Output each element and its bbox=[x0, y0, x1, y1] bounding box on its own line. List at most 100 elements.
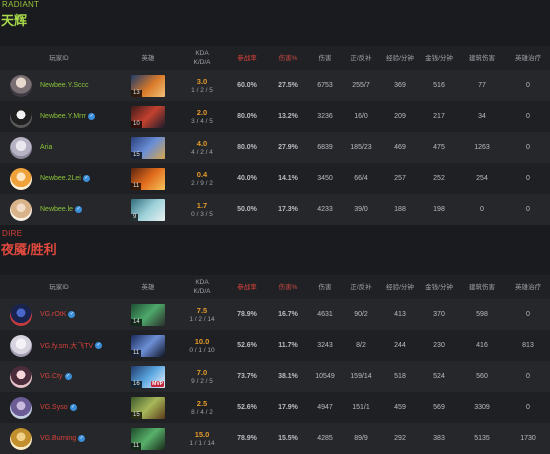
kda-kills-deaths-assists: 2 / 9 / 2 bbox=[191, 179, 213, 187]
kda-kills-deaths-assists: 9 / 2 / 5 bbox=[191, 377, 213, 385]
xp-per-minute: 369 bbox=[394, 82, 406, 89]
verified-check-icon: ✓ bbox=[64, 373, 72, 380]
hero-portrait[interactable]: 15 bbox=[131, 396, 165, 419]
col-hero-heal[interactable]: 英雄治疗 bbox=[506, 275, 550, 299]
player-name-link[interactable]: VG.Cty bbox=[40, 373, 63, 380]
col-hero[interactable]: 英雄 bbox=[118, 46, 178, 70]
col-participation[interactable]: 参战率 bbox=[226, 46, 268, 70]
player-cell: VG.rOtK ✓ bbox=[0, 299, 118, 330]
hero-level: 10 bbox=[131, 120, 142, 128]
col-xpm[interactable]: 经验/分钟 bbox=[380, 275, 420, 299]
col-building-damage[interactable]: 建筑伤害 bbox=[458, 46, 506, 70]
col-kda[interactable]: KDA K/D/A bbox=[178, 275, 226, 299]
col-damage-pct[interactable]: 伤害% bbox=[268, 46, 308, 70]
player-avatar[interactable] bbox=[10, 365, 32, 388]
player-name-link[interactable]: Newbee.2Lei bbox=[40, 175, 81, 182]
last-hits-denies: 185/23 bbox=[350, 144, 372, 151]
kda-ratio: 2.0 bbox=[196, 107, 208, 117]
player-avatar[interactable] bbox=[10, 427, 32, 450]
kda-ratio: 15.0 bbox=[194, 429, 210, 439]
hero-portrait[interactable]: 15 bbox=[131, 136, 165, 159]
player-avatar[interactable] bbox=[10, 396, 32, 419]
radiant-team-header: RADIANT 天辉 bbox=[0, 0, 550, 29]
player-name-link[interactable]: VG.Burning bbox=[40, 435, 76, 442]
player-cell: Newbee.Y.Sccc bbox=[0, 70, 118, 101]
player-avatar[interactable] bbox=[10, 334, 32, 357]
hero-cell: 15 bbox=[118, 392, 178, 423]
player-name-link[interactable]: VG.Syso bbox=[40, 404, 68, 411]
hero-portrait[interactable]: 11 bbox=[131, 427, 165, 450]
player-name-link[interactable]: Newbee.le bbox=[40, 206, 73, 213]
table-header-row: 玩家ID 英雄 KDA K/D/A 参战率 伤害% 伤害 正/反补 经验/分钟 金… bbox=[0, 275, 550, 299]
col-hero[interactable]: 英雄 bbox=[118, 275, 178, 299]
player-name-link[interactable]: Newbee.Y.Sccc bbox=[40, 82, 89, 89]
player-avatar[interactable] bbox=[10, 136, 32, 159]
col-damage-pct[interactable]: 伤害% bbox=[268, 275, 308, 299]
last-hits-denies: 8/2 bbox=[356, 342, 366, 349]
player-name-link[interactable]: VG.rOtK bbox=[40, 311, 66, 318]
hero-portrait[interactable]: 11 bbox=[131, 334, 165, 357]
hero-portrait[interactable]: 13 bbox=[131, 74, 165, 97]
gold-per-minute: 198 bbox=[433, 206, 445, 213]
player-avatar[interactable] bbox=[10, 167, 32, 190]
hero-healing: 0 bbox=[526, 206, 530, 213]
damage-value: 3236 bbox=[317, 113, 333, 120]
kda-ratio: 7.5 bbox=[196, 305, 208, 315]
col-player-id[interactable]: 玩家ID bbox=[0, 275, 118, 299]
col-lh-dn[interactable]: 正/反补 bbox=[342, 275, 380, 299]
col-player-id[interactable]: 玩家ID bbox=[0, 46, 118, 70]
last-hits-denies: 255/7 bbox=[352, 82, 370, 89]
dire-stats-table: 玩家ID 英雄 KDA K/D/A 参战率 伤害% 伤害 正/反补 经验/分钟 金… bbox=[0, 275, 550, 454]
player-name-link[interactable]: Newbee.Y.Mrrr bbox=[40, 113, 86, 120]
hero-healing: 0 bbox=[526, 373, 530, 380]
col-hero-heal[interactable]: 英雄治疗 bbox=[506, 46, 550, 70]
hero-portrait[interactable]: 14 bbox=[131, 303, 165, 326]
col-damage[interactable]: 伤害 bbox=[308, 275, 342, 299]
table-row: VG.Syso ✓ 15 2.5 8 / 4 / 2 52.6% 17.9% 4… bbox=[0, 392, 550, 423]
participation-rate: 50.0% bbox=[237, 206, 257, 213]
kda-cell: 4.0 4 / 2 / 4 bbox=[178, 132, 226, 163]
hero-portrait[interactable]: 11 bbox=[131, 167, 165, 190]
kda-ratio: 3.0 bbox=[196, 76, 208, 86]
hero-healing: 813 bbox=[522, 342, 534, 349]
building-damage: 3309 bbox=[474, 404, 490, 411]
hero-portrait[interactable]: 9 bbox=[131, 198, 165, 221]
col-lh-dn[interactable]: 正/反补 bbox=[342, 46, 380, 70]
player-name-link[interactable]: Aria bbox=[40, 144, 52, 151]
radiant-stats-table: 玩家ID 英雄 KDA K/D/A 参战率 伤害% 伤害 正/反补 经验/分钟 金… bbox=[0, 46, 550, 225]
gold-per-minute: 383 bbox=[433, 435, 445, 442]
hero-portrait[interactable]: 10 bbox=[131, 105, 165, 128]
hero-level: 9 bbox=[131, 213, 139, 221]
xp-per-minute: 188 bbox=[394, 206, 406, 213]
col-building-damage[interactable]: 建筑伤害 bbox=[458, 275, 506, 299]
player-avatar[interactable] bbox=[10, 105, 32, 128]
building-damage: 254 bbox=[476, 175, 488, 182]
table-row: Newbee.le ✓ 9 1.7 0 / 3 / 5 50.0% 17.3% … bbox=[0, 194, 550, 225]
damage-percent: 17.9% bbox=[278, 404, 298, 411]
damage-percent: 38.1% bbox=[278, 373, 298, 380]
player-name-link[interactable]: VG.fy.sm.大飞TV bbox=[40, 341, 93, 351]
hero-cell: 15 bbox=[118, 132, 178, 163]
building-damage: 5135 bbox=[474, 435, 490, 442]
col-xpm[interactable]: 经验/分钟 bbox=[380, 46, 420, 70]
player-avatar[interactable] bbox=[10, 198, 32, 221]
col-gpm[interactable]: 金钱/分钟 bbox=[420, 46, 458, 70]
col-gpm[interactable]: 金钱/分钟 bbox=[420, 275, 458, 299]
gold-per-minute: 475 bbox=[433, 144, 445, 151]
kda-ratio: 0.4 bbox=[196, 169, 208, 179]
last-hits-denies: 159/14 bbox=[350, 373, 372, 380]
xp-per-minute: 413 bbox=[394, 311, 406, 318]
kda-cell: 2.0 3 / 4 / 5 bbox=[178, 101, 226, 132]
dire-tag: DIRE bbox=[2, 229, 23, 238]
player-avatar[interactable] bbox=[10, 74, 32, 97]
gold-per-minute: 370 bbox=[433, 311, 445, 318]
player-avatar[interactable] bbox=[10, 303, 32, 326]
last-hits-denies: 90/2 bbox=[354, 311, 368, 318]
radiant-tag: RADIANT bbox=[2, 0, 40, 9]
participation-rate: 60.0% bbox=[237, 82, 257, 89]
hero-portrait[interactable]: 16 MVP bbox=[131, 365, 165, 388]
col-kda[interactable]: KDA K/D/A bbox=[178, 46, 226, 70]
col-damage[interactable]: 伤害 bbox=[308, 46, 342, 70]
col-participation[interactable]: 参战率 bbox=[226, 275, 268, 299]
table-row: VG.Cty ✓ 16 MVP 7.0 9 / 2 / 5 73.7% 38.1… bbox=[0, 361, 550, 392]
